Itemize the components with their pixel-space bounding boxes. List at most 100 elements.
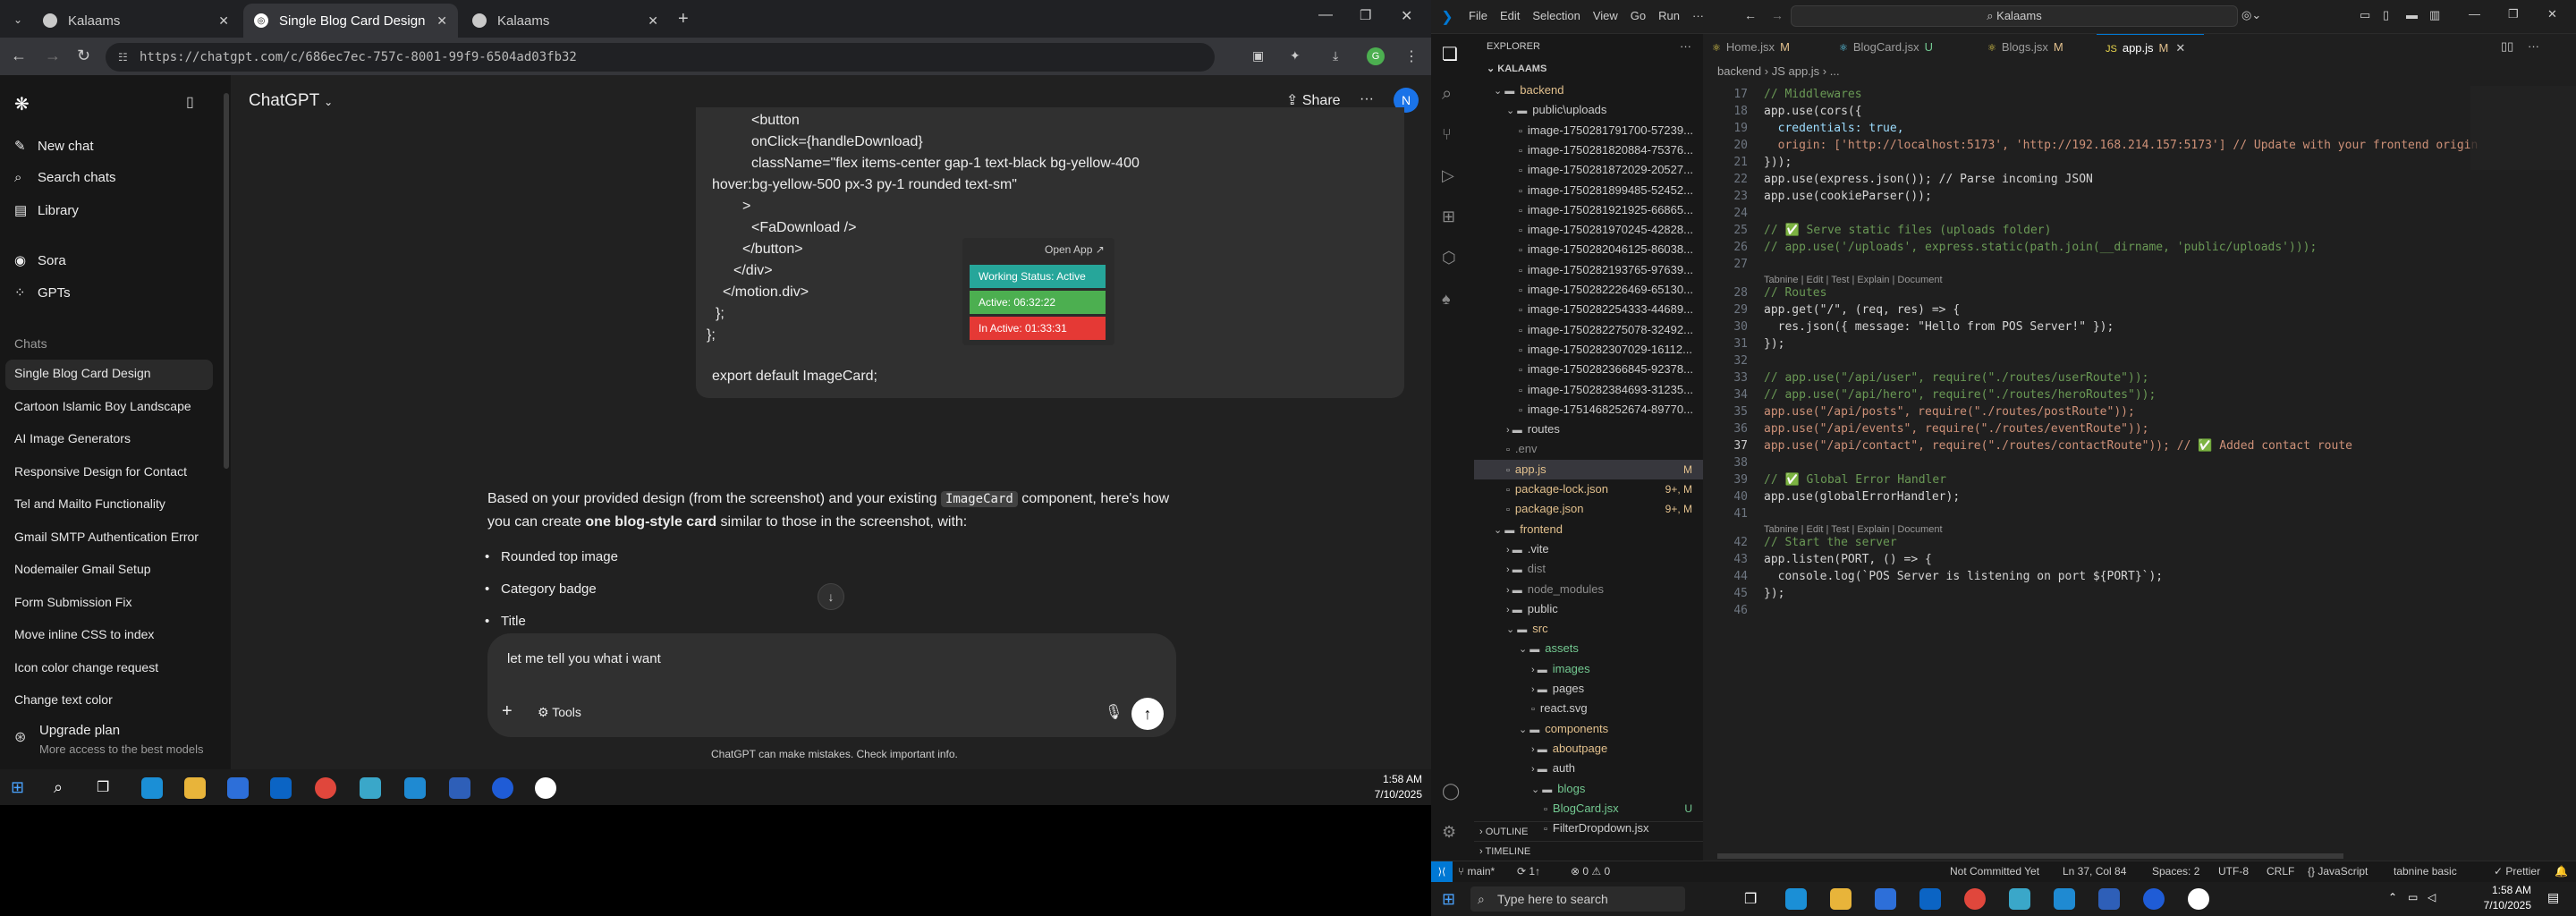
tree-item[interactable]: ⌄ ▬ components — [1474, 719, 1703, 739]
tree-item[interactable]: ⌄ ▬ public\uploads — [1474, 100, 1703, 120]
gear-icon[interactable]: ⚙ — [1442, 823, 1456, 842]
open-app-link[interactable]: Open App ↗ — [1045, 243, 1105, 256]
indentation[interactable]: Spaces: 2 — [2152, 865, 2199, 878]
account-icon[interactable]: ◯ — [1442, 782, 1460, 801]
tree-item[interactable]: ▫ BlogCard.jsx U — [1474, 799, 1703, 818]
file-explorer-icon[interactable] — [184, 777, 206, 799]
tree-item[interactable]: ▫ image-1750281921925-66865... — [1474, 200, 1703, 220]
more-icon[interactable]: ··· — [2528, 39, 2539, 53]
copilot-icon[interactable]: ◎⌄ — [2241, 8, 2261, 22]
tree-item[interactable]: ▫ package-lock.json 9+, M — [1474, 479, 1703, 499]
close-icon[interactable]: ✕ — [2175, 41, 2185, 55]
task-view-icon[interactable]: ❐ — [1744, 890, 1757, 908]
address-bar[interactable]: ☷ https://chatgpt.com/c/686ec7ec-757c-80… — [106, 43, 1215, 72]
sidebar-toggle-icon[interactable]: ▯ — [186, 93, 194, 111]
scroll-down-icon[interactable]: ↓ — [818, 583, 844, 610]
search-icon[interactable]: ⌕ — [1442, 84, 1452, 105]
menu-item-5[interactable]: Run — [1658, 9, 1680, 22]
chat-item[interactable]: Form Submission Fix — [14, 595, 131, 609]
chrome-icon[interactable] — [1964, 888, 1986, 910]
network-icon[interactable]: ▭ — [2408, 891, 2418, 903]
run-debug-icon[interactable]: ▷ — [1442, 166, 1454, 185]
notification-icon[interactable]: ▤ — [2547, 890, 2559, 905]
tabnine-status[interactable]: tabnine basic — [2394, 865, 2457, 878]
more-options-icon[interactable]: ··· — [1360, 91, 1374, 107]
search-icon[interactable]: ⌕ — [54, 778, 63, 797]
minimize-icon[interactable]: — — [2469, 7, 2480, 21]
tree-item[interactable]: ▫ .env — [1474, 439, 1703, 459]
menu-item-0[interactable]: File — [1469, 9, 1487, 22]
sidebar-item-sora[interactable]: ◉ Sora — [14, 252, 66, 269]
new-tab-icon[interactable]: + — [678, 9, 689, 30]
customize-layout-icon[interactable]: ▥ — [2429, 8, 2440, 22]
tree-item[interactable]: ▫ image-1750282366845-92378... — [1474, 360, 1703, 379]
tree-item[interactable]: ▫ image-1750281820884-75376... — [1474, 140, 1703, 160]
openai-logo-icon[interactable]: ❋ — [14, 93, 30, 115]
task-view-icon[interactable]: ❐ — [97, 778, 109, 796]
share-button[interactable]: ⇪ Share — [1286, 91, 1341, 109]
sidebar-item-gpts[interactable]: ⁘ GPTs — [14, 284, 71, 301]
app-icon[interactable] — [2009, 888, 2030, 910]
tree-item[interactable]: ▫ image-1750281970245-42828... — [1474, 220, 1703, 240]
chat-item[interactable]: AI Image Generators — [14, 431, 131, 445]
file-explorer-icon[interactable] — [1830, 888, 1852, 910]
tree-item[interactable]: ▫ image-1750281899485-52452... — [1474, 181, 1703, 200]
command-center[interactable]: ⌕ Kalaams — [1791, 5, 2238, 27]
browser-tab-0[interactable]: Kalaams ✕ — [32, 4, 240, 38]
more-icon[interactable]: ⋮ — [1404, 47, 1419, 65]
menu-item-1[interactable]: Edit — [1500, 9, 1520, 22]
tree-item[interactable]: ⌄ ▬ src — [1474, 619, 1703, 639]
tray-chevron-icon[interactable]: ⌃ — [2388, 891, 2397, 903]
chat-item[interactable]: Move inline CSS to index — [14, 627, 154, 641]
extensions-icon[interactable]: ⊞ — [1442, 208, 1455, 226]
codelens[interactable]: Tabnine | Edit | Test | Explain | Docume… — [1764, 524, 1943, 535]
tree-item[interactable]: ▫ image-1750282384693-31235... — [1474, 380, 1703, 400]
browser-tab-1[interactable]: ◎ Single Blog Card Design ✕ — [243, 4, 458, 38]
tree-item[interactable]: ⌄ ▬ blogs — [1474, 779, 1703, 799]
menu-item-6[interactable]: ··· — [1692, 9, 1704, 22]
tree-item[interactable]: ▫ FilterDropdown.jsx — [1474, 818, 1703, 838]
prettier-status[interactable]: ✓ Prettier — [2494, 865, 2540, 878]
tab-app-js[interactable]: JS app.js M ✕ — [2097, 34, 2204, 61]
zoom-icon[interactable] — [492, 777, 513, 799]
tools-button[interactable]: ⚙ Tools — [538, 705, 581, 720]
edge-icon[interactable] — [1785, 888, 1807, 910]
tree-item[interactable]: ▫ image-1750282193765-97639... — [1474, 260, 1703, 280]
reload-icon[interactable]: ↻ — [77, 47, 90, 65]
forward-icon[interactable]: → — [45, 47, 61, 65]
tree-item[interactable]: › ▬ auth — [1474, 759, 1703, 778]
tree-item[interactable]: ▫ image-1750281791700-57239... — [1474, 121, 1703, 140]
explorer-icon[interactable]: ❏ — [1442, 43, 1458, 65]
extension-icon[interactable]: ▣ — [1252, 48, 1264, 64]
app-icon[interactable] — [2188, 888, 2209, 910]
source-control-icon[interactable]: ⑂ — [1442, 125, 1452, 144]
store-icon[interactable] — [1875, 888, 1896, 910]
mongodb-icon[interactable]: ♠ — [1442, 290, 1451, 309]
sync-indicator[interactable]: ⟳ 1↑ — [1517, 865, 1540, 878]
tree-item[interactable]: › ▬ routes — [1474, 420, 1703, 439]
outlook-icon[interactable] — [1919, 888, 1941, 910]
sidebar-item-search[interactable]: ⌕ Search chats — [14, 170, 116, 185]
forward-icon[interactable]: → — [1771, 8, 1784, 22]
tree-item[interactable]: › ▬ .vite — [1474, 539, 1703, 559]
model-selector[interactable]: ChatGPT ⌄ — [249, 91, 333, 111]
app-icon[interactable] — [535, 777, 556, 799]
plus-icon[interactable]: + — [502, 701, 513, 722]
tree-item[interactable]: ▫ react.svg — [1474, 699, 1703, 718]
minimap[interactable] — [2470, 86, 2576, 170]
zoom-icon[interactable] — [2143, 888, 2165, 910]
bell-icon[interactable]: 🔔 — [2555, 865, 2568, 878]
timeline-section[interactable]: › TIMELINE — [1474, 841, 1703, 861]
puzzle-icon[interactable]: ✦ — [1290, 48, 1301, 64]
app-icon[interactable] — [449, 777, 470, 799]
tree-item[interactable]: ⌄ ▬ assets — [1474, 639, 1703, 658]
project-header[interactable]: ⌄ KALAAMS — [1487, 63, 1546, 74]
sidebar-item-library[interactable]: ▤ Library — [14, 202, 79, 219]
toggle-panel-icon[interactable]: ▬ — [2406, 8, 2418, 21]
problems-indicator[interactable]: ⊗ 0 ⚠ 0 — [1571, 865, 1610, 878]
back-icon[interactable]: ← — [1744, 8, 1757, 22]
line-ending[interactable]: CRLF — [2267, 865, 2294, 878]
edge-icon[interactable] — [141, 777, 163, 799]
tree-item[interactable]: › ▬ aboutpage — [1474, 739, 1703, 759]
menu-item-4[interactable]: Go — [1631, 9, 1646, 22]
